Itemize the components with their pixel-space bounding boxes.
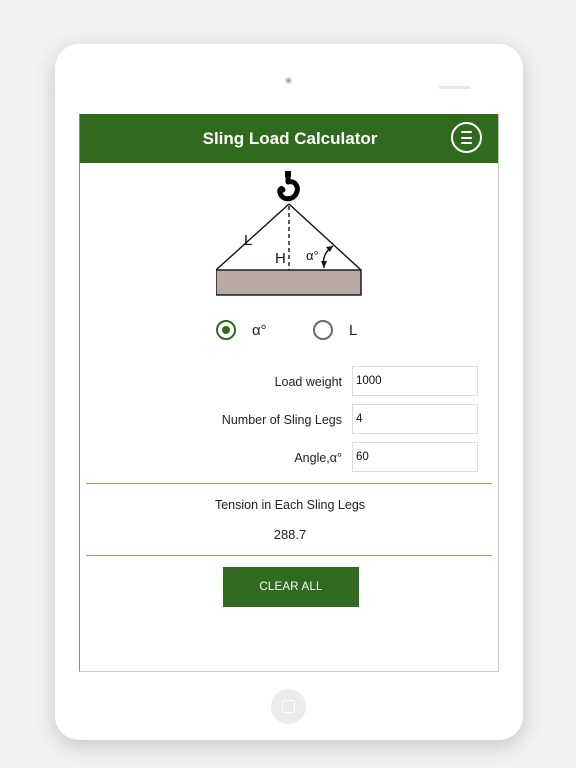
mode-option-label: α° bbox=[252, 321, 267, 339]
angle-label-field: Angle,α° bbox=[294, 451, 342, 465]
angle-label: α° bbox=[306, 248, 319, 263]
result-value: 288.7 bbox=[273, 527, 307, 542]
radio-checked-icon[interactable] bbox=[216, 320, 236, 340]
app-header: Sling Load Calculator bbox=[80, 114, 498, 163]
sling-legs-input[interactable] bbox=[352, 404, 478, 434]
height-label: H bbox=[275, 250, 286, 267]
divider-bottom bbox=[86, 555, 492, 556]
sling-diagram: L H α° bbox=[216, 171, 362, 296]
divider-top bbox=[86, 483, 492, 484]
result-label: Tension in Each Sling Legs bbox=[214, 498, 366, 512]
menu-line bbox=[461, 136, 472, 139]
menu-line bbox=[461, 142, 472, 144]
arrowhead-icon bbox=[321, 261, 327, 268]
camera-icon bbox=[285, 77, 292, 84]
sling-legs-label: Number of Sling Legs bbox=[221, 413, 342, 427]
clear-all-button[interactable]: CLEAR ALL bbox=[223, 567, 359, 607]
home-button-icon bbox=[282, 700, 295, 713]
sling-leg-right bbox=[288, 203, 362, 271]
angle-input[interactable] bbox=[352, 442, 478, 472]
radio-unchecked-icon[interactable] bbox=[313, 320, 333, 340]
length-label: L bbox=[244, 232, 252, 249]
mode-option-angle[interactable]: α° bbox=[216, 319, 267, 341]
tablet-frame: Sling Load Calculator L H α° α° L Load w… bbox=[55, 44, 523, 740]
app-title: Sling Load Calculator bbox=[202, 129, 378, 148]
home-button[interactable] bbox=[271, 689, 306, 724]
load-block bbox=[216, 269, 362, 296]
crane-hook-icon bbox=[277, 171, 300, 202]
load-weight-label: Load weight bbox=[274, 375, 342, 389]
mode-option-length[interactable]: L bbox=[313, 319, 357, 341]
power-button bbox=[439, 86, 471, 89]
mode-option-label: L bbox=[349, 321, 358, 339]
menu-button[interactable] bbox=[451, 122, 482, 153]
load-weight-input[interactable] bbox=[352, 366, 478, 396]
menu-lines-icon bbox=[461, 131, 472, 133]
app-screen: Sling Load Calculator L H α° α° L Load w… bbox=[79, 114, 499, 672]
